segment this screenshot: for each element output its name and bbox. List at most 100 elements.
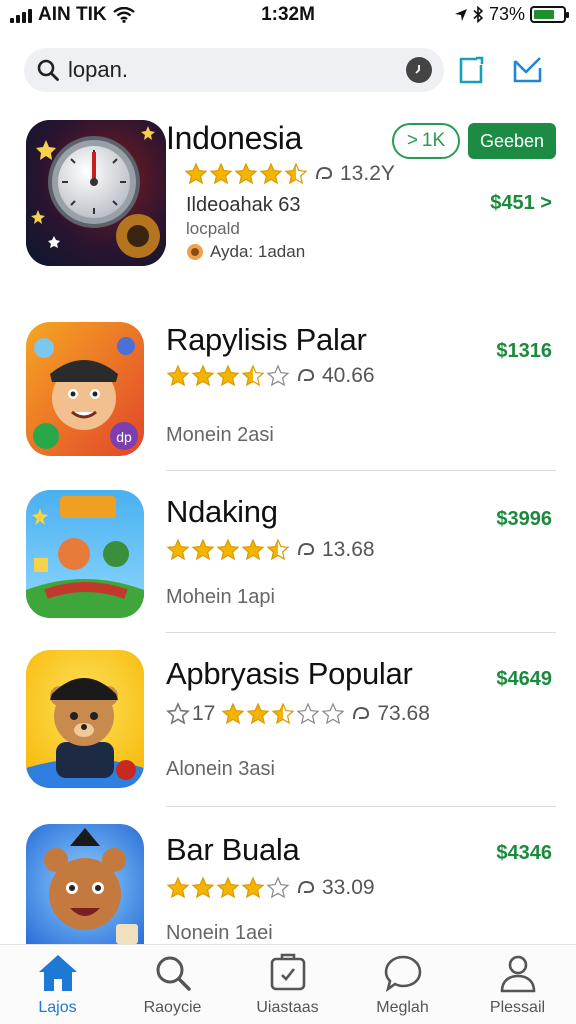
search-icon <box>37 59 59 81</box>
voice-search-button[interactable] <box>406 57 432 83</box>
star-outline-icon <box>266 364 290 387</box>
search-icon <box>156 956 191 991</box>
battery-percent: 73% <box>488 4 525 24</box>
featured-subtitle: Ildeoahak 63 <box>186 194 301 216</box>
star-rating <box>221 702 345 726</box>
tab-label: Uiastaas <box>256 999 319 1016</box>
star-outline-icon <box>266 876 290 899</box>
search-bar[interactable] <box>24 48 444 92</box>
tab-profile[interactable]: Plessail <box>460 953 575 1017</box>
star-filled-icon <box>221 702 245 725</box>
voice-icon <box>415 65 420 74</box>
star-half-icon <box>266 538 290 561</box>
chevron-right-icon: > <box>534 192 552 214</box>
featured-price[interactable]: $451 > <box>490 192 552 215</box>
star-filled-icon <box>216 876 240 899</box>
cartoon-character-icon: dp <box>26 322 144 456</box>
star-filled-icon <box>191 538 215 561</box>
app-meta: Monein 2asi <box>166 424 274 446</box>
app-rating: 40.66 <box>166 364 375 388</box>
app-meta: Alonein 3asi <box>166 758 275 780</box>
star-outline-icon <box>166 702 190 725</box>
app-name[interactable]: Ndaking <box>166 494 278 530</box>
app-name[interactable]: Rapylisis Palar <box>166 322 367 358</box>
badge-icon <box>187 244 203 260</box>
review-count: 40.66 <box>322 364 375 387</box>
list-item[interactable]: Bar Buala 33.09 Nonein 1aei $4346 <box>0 824 576 944</box>
featured-tag: Ayda: 1adan <box>186 242 305 262</box>
star-half-icon <box>241 364 265 387</box>
star-filled-icon <box>216 538 240 561</box>
app-name[interactable]: Bar Buala <box>166 832 300 868</box>
divider <box>166 632 556 633</box>
battery-icon <box>530 6 569 23</box>
star-filled-icon <box>216 364 240 387</box>
star-filled-icon <box>166 538 190 561</box>
featured-tag-label: Ayda: 1adan <box>210 242 306 261</box>
app-icon[interactable] <box>26 650 144 788</box>
app-rating: 33.09 <box>166 876 375 900</box>
list-item[interactable]: Ndaking 13.68 Mohein 1api $3996 <box>0 490 576 640</box>
rating-prefix: 17 <box>192 702 216 725</box>
featured-app-icon[interactable] <box>26 120 166 266</box>
divider <box>166 470 556 471</box>
star-outline-icon <box>321 702 345 725</box>
reviews-icon <box>353 706 370 720</box>
star-filled-icon <box>184 162 208 185</box>
app-price[interactable]: $1316 <box>496 340 552 363</box>
profile-icon <box>500 955 535 993</box>
star-rating <box>166 538 290 562</box>
downloads-chip[interactable]: > 1K <box>392 123 460 159</box>
share-button[interactable] <box>454 52 490 88</box>
star-filled-icon <box>259 162 283 185</box>
app-icon[interactable]: dp <box>26 322 144 456</box>
mail-button[interactable] <box>510 52 546 88</box>
list-item[interactable]: Apbryasis Popular 17 73.68 Alonein 3asi … <box>0 650 576 810</box>
tab-home[interactable]: Lajos <box>0 953 115 1017</box>
review-count: 33.09 <box>322 876 375 899</box>
app-meta: Nonein 1aei <box>166 922 273 944</box>
star-filled-icon <box>166 876 190 899</box>
tab-bar: Lajos Raoycie Uiastaas Meglah Plessail <box>0 944 576 1024</box>
share-icon <box>459 56 484 84</box>
app-meta: Mohein 1api <box>166 586 275 608</box>
star-filled-icon <box>191 876 215 899</box>
mail-icon <box>513 57 542 83</box>
downloads-chip-label: 1K <box>421 130 446 151</box>
tab-search[interactable]: Raoycie <box>115 953 230 1017</box>
clock-game-icon <box>26 120 166 266</box>
featured-app-name[interactable]: Indonesia <box>166 120 302 157</box>
tab-messages[interactable]: Meglah <box>345 953 460 1017</box>
app-name[interactable]: Apbryasis Popular <box>166 656 413 692</box>
bluetooth-icon <box>473 6 484 23</box>
star-filled-icon <box>246 702 270 725</box>
tab-apps[interactable]: Uiastaas <box>230 953 345 1017</box>
status-right: 73% <box>454 4 569 25</box>
location-arrow-icon <box>454 8 467 21</box>
list-item[interactable]: dp Rapylisis Palar 40.66 Monein 2asi $13… <box>0 320 576 471</box>
get-button[interactable]: Geeben <box>468 123 556 159</box>
chevron-right-icon: > <box>406 130 418 151</box>
battery-fill <box>534 10 555 19</box>
divider <box>166 806 556 807</box>
app-icon[interactable] <box>26 824 144 944</box>
tab-label: Raoycie <box>143 999 202 1016</box>
star-outline-icon <box>296 702 320 725</box>
featured-app[interactable]: Indonesia 13.2Y Ildeoahak 63 locpald Ayd… <box>0 118 576 278</box>
featured-developer: locpald <box>186 219 240 238</box>
star-filled-icon <box>241 876 265 899</box>
search-input[interactable] <box>60 57 406 83</box>
adventure-game-icon <box>26 490 144 618</box>
app-price[interactable]: $4649 <box>496 668 552 691</box>
apps-icon <box>270 953 305 991</box>
search-row <box>24 48 556 92</box>
tab-label: Meglah <box>376 999 429 1016</box>
app-icon[interactable] <box>26 490 144 618</box>
app-price[interactable]: $3996 <box>496 508 552 531</box>
chat-icon <box>384 955 421 993</box>
star-half-icon <box>284 162 308 185</box>
star-filled-icon <box>166 364 190 387</box>
bear-character-icon <box>26 650 144 788</box>
star-half-icon <box>271 702 295 725</box>
app-price[interactable]: $4346 <box>496 842 552 865</box>
